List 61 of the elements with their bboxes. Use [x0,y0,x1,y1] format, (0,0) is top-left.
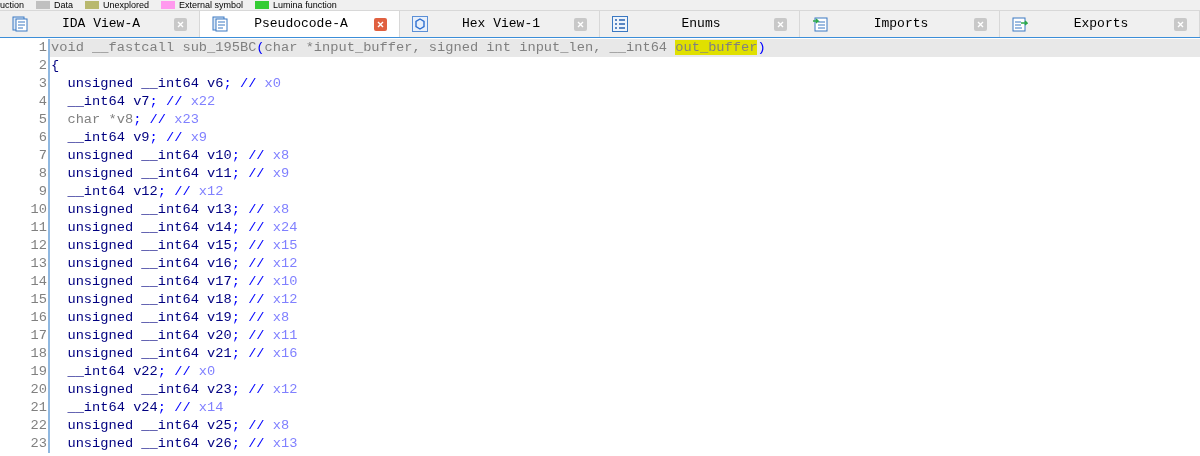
line-number: 9 [37,183,48,201]
close-icon[interactable] [974,17,987,31]
line-number: 5 [37,111,48,129]
code-line: __int64 v9; // x9 [48,129,1200,147]
legend-label: uction [0,0,25,10]
legend-label: Data [54,0,74,10]
line-number: 15 [29,291,48,309]
line-number: 4 [37,93,48,111]
line-number: 22 [29,417,48,435]
list-icon [612,16,628,32]
line-number: 19 [29,363,48,381]
line-number: 7 [37,147,48,165]
code-line: unsigned __int64 v25; // x8 [48,417,1200,435]
code-line: char *v8; // x23 [48,111,1200,129]
line-number: 13 [29,255,48,273]
legend-label: Unexplored [103,0,150,10]
document-icon [212,16,228,32]
close-icon[interactable] [1174,17,1187,31]
code-line: __int64 v7; // x22 [48,93,1200,111]
line-number: 3 [37,75,48,93]
line-number: 10 [29,201,48,219]
code-line: unsigned __int64 v16; // x12 [48,255,1200,273]
code-line: unsigned __int64 v13; // x8 [48,201,1200,219]
code-line: unsigned __int64 v15; // x15 [48,237,1200,255]
code-line: unsigned __int64 v10; // x8 [48,147,1200,165]
hexagon-icon [412,16,428,32]
line-number: 21 [29,399,48,417]
code-line: unsigned __int64 v14; // x24 [48,219,1200,237]
line-number: 8 [37,165,48,183]
code-line: unsigned __int64 v26; // x13 [48,435,1200,453]
line-number: 17 [29,327,48,345]
code-line: { [48,57,1200,75]
line-number: 2 [37,57,48,75]
line-number: 1 [37,39,48,57]
close-icon[interactable] [774,17,787,31]
line-number: 23 [29,435,48,453]
document-icon [12,16,28,32]
line-number: 20 [29,381,48,399]
code-line: unsigned __int64 v20; // x11 [48,327,1200,345]
code-line: unsigned __int64 v17; // x10 [48,273,1200,291]
line-number: 14 [29,273,48,291]
code-line: unsigned __int64 v21; // x16 [48,345,1200,363]
line-number: 11 [29,219,48,237]
line-number: 18 [29,345,48,363]
line-number: 12 [29,237,48,255]
line-number: 16 [29,309,48,327]
code-line: __int64 v12; // x12 [48,183,1200,201]
close-icon[interactable] [374,17,387,31]
code-line: unsigned __int64 v11; // x9 [48,165,1200,183]
legend-label: Lumina function [273,0,337,10]
code-line: unsigned __int64 v23; // x12 [48,381,1200,399]
close-icon[interactable] [174,17,187,31]
code-line: unsigned __int64 v19; // x8 [48,309,1200,327]
code-line: __int64 v22; // x0 [48,363,1200,381]
legend-label: External symbol [179,0,244,10]
code-line: unsigned __int64 v6; // x0 [48,75,1200,93]
tab[interactable]: Pseudocode-A [200,10,400,37]
code-line: unsigned __int64 v18; // x12 [48,291,1200,309]
line-number: 6 [37,129,48,147]
close-icon[interactable] [574,17,587,31]
code-line: __int64 v24; // x14 [48,399,1200,417]
